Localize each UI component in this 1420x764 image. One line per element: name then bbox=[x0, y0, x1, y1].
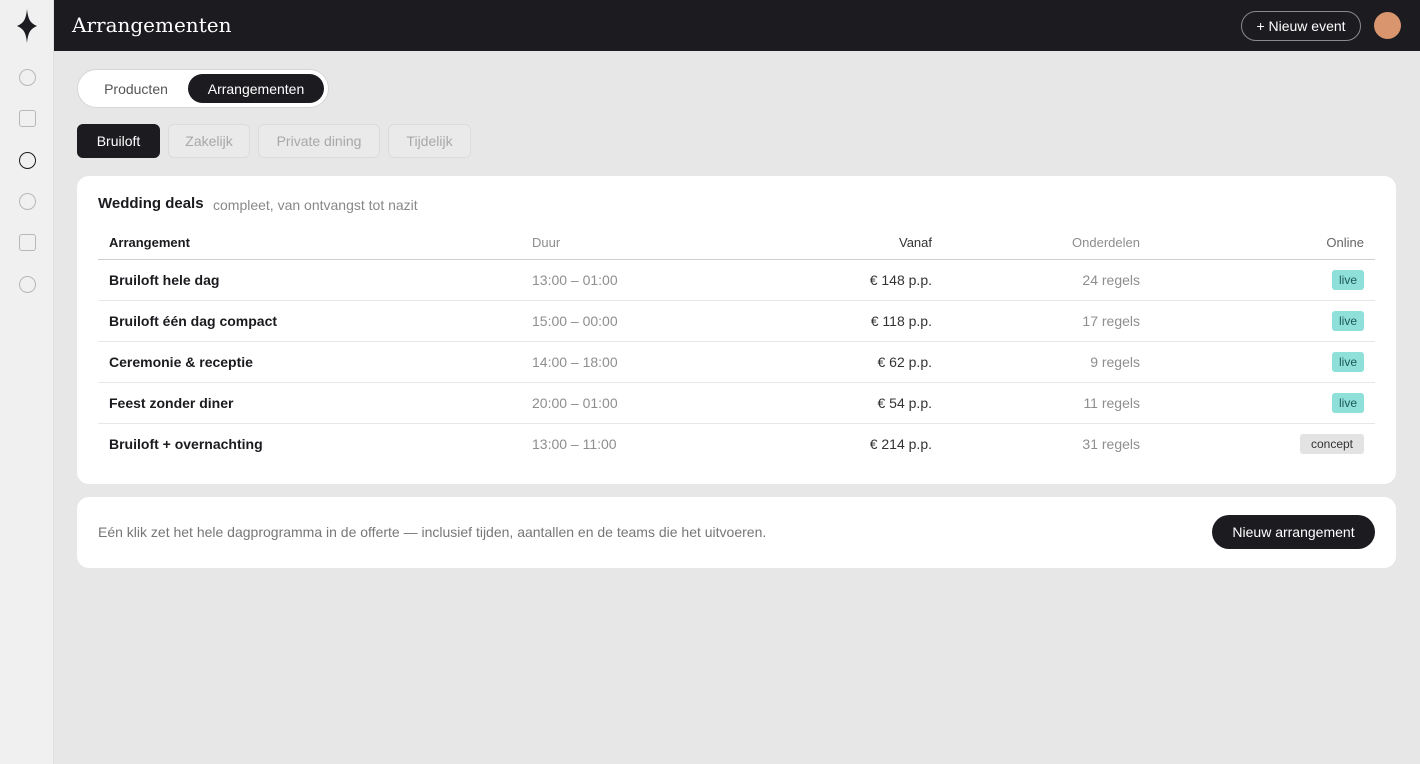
top-bar: Arrangementen + Nieuw event bbox=[54, 0, 1420, 51]
arrangement-name: Bruiloft + overnachting bbox=[109, 435, 263, 452]
new-event-button[interactable]: + Nieuw event bbox=[1241, 11, 1361, 41]
sidebar-item-circle-icon[interactable] bbox=[19, 193, 36, 210]
arrangement-name: Bruiloft hele dag bbox=[98, 259, 521, 301]
table-row[interactable]: Bruiloft hele dag 13:00 – 01:00 € 148 p.p.… bbox=[98, 259, 1375, 301]
online-cell: live bbox=[1151, 341, 1375, 383]
status-badge: live bbox=[1331, 269, 1364, 290]
column-header-vanaf: Vanaf bbox=[751, 226, 943, 260]
arrangement-name: Bruiloft één dag compact bbox=[98, 300, 521, 342]
column-header-onderdelen: Onderdelen bbox=[943, 226, 1151, 260]
arrangement-duration: 15:00 – 00:00 bbox=[521, 300, 751, 342]
status-badge: concept bbox=[1299, 433, 1364, 454]
page-title: Arrangementen bbox=[72, 13, 232, 37]
arrangement-parts: 11 regels bbox=[943, 382, 1151, 424]
arrangement-name: Feest zonder diner bbox=[98, 382, 521, 424]
filter-chip-tijdelijk[interactable]: Tijdelijk bbox=[388, 124, 471, 158]
arrangement-price: € 148 p.p. bbox=[751, 259, 943, 301]
table-row[interactable]: Feest zonder diner 20:00 – 01:00 € 54 p.p.… bbox=[98, 382, 1375, 424]
online-cell: concept bbox=[1151, 423, 1375, 464]
wedding-deals-card: Wedding deals compleet, van ontvangst to… bbox=[77, 176, 1396, 484]
filter-chip-zakelijk[interactable]: Zakelijk bbox=[168, 124, 250, 158]
diamond-logo-icon bbox=[17, 8, 37, 43]
arrangement-price: € 214 p.p. bbox=[869, 435, 932, 452]
status-badge: live bbox=[1331, 310, 1364, 331]
sidebar-item-square-icon[interactable] bbox=[19, 110, 36, 127]
sidebar-item-square-icon[interactable] bbox=[19, 234, 36, 251]
arrangement-duration: 20:00 – 01:00 bbox=[521, 382, 751, 424]
card-title: Wedding deals bbox=[98, 195, 204, 212]
new-arrangement-button[interactable]: Nieuw arrangement bbox=[1212, 515, 1375, 549]
status-badge: live bbox=[1331, 351, 1364, 372]
arrangement-parts: 31 regels bbox=[1082, 435, 1140, 452]
card-subtitle: compleet, van ontvangst tot nazit bbox=[213, 197, 418, 213]
segmented-control: Producten Arrangementen bbox=[77, 69, 329, 108]
table-row[interactable]: Ceremonie & receptie 14:00 – 18:00 € 62 p.… bbox=[98, 341, 1375, 383]
arrangement-duration: 14:00 – 18:00 bbox=[521, 341, 751, 383]
tab-arrangementen[interactable]: Arrangementen bbox=[188, 74, 324, 103]
avatar[interactable] bbox=[1374, 12, 1401, 39]
arrangement-duration: 13:00 – 01:00 bbox=[521, 259, 751, 301]
table-row[interactable]: Bruiloft één dag compact 15:00 – 00:00 € 1… bbox=[98, 300, 1375, 342]
deals-table: Arrangement Duur Vanaf Onderdelen Online… bbox=[98, 226, 1375, 464]
arrangement-price: € 118 p.p. bbox=[751, 300, 943, 342]
column-header-duur: Duur bbox=[521, 226, 751, 260]
table-row[interactable]: Bruiloft + overnachting 13:00 – 11:00 € 21… bbox=[98, 423, 1375, 464]
online-cell: live bbox=[1151, 300, 1375, 342]
online-cell: live bbox=[1151, 259, 1375, 301]
footer-text: Eén klik zet het hele dagprogramma in de… bbox=[98, 524, 767, 540]
status-badge: live bbox=[1331, 392, 1364, 413]
online-cell: live bbox=[1151, 382, 1375, 424]
footer-card: Eén klik zet het hele dagprogramma in de… bbox=[77, 497, 1396, 568]
arrangement-price: € 62 p.p. bbox=[751, 341, 943, 383]
sidebar-item-circle-icon-active[interactable] bbox=[19, 152, 36, 169]
arrangement-duration: 13:00 – 11:00 bbox=[532, 435, 617, 452]
sidebar-rail bbox=[0, 0, 54, 764]
sidebar-item-circle-icon[interactable] bbox=[19, 69, 36, 86]
filter-chip-private-dining[interactable]: Private dining bbox=[258, 124, 380, 158]
arrangement-parts: 9 regels bbox=[943, 341, 1151, 383]
sidebar-item-circle-icon[interactable] bbox=[19, 276, 36, 293]
logo[interactable] bbox=[0, 0, 54, 51]
arrangement-parts: 17 regels bbox=[943, 300, 1151, 342]
arrangement-price: € 54 p.p. bbox=[751, 382, 943, 424]
column-header-arrangement: Arrangement bbox=[98, 226, 521, 260]
table-header-row: Arrangement Duur Vanaf Onderdelen Online bbox=[98, 226, 1375, 260]
arrangement-parts: 24 regels bbox=[943, 259, 1151, 301]
tab-producten[interactable]: Producten bbox=[88, 74, 184, 103]
column-header-online: Online bbox=[1151, 226, 1375, 260]
arrangement-name: Ceremonie & receptie bbox=[98, 341, 521, 383]
filter-chip-bruiloft[interactable]: Bruiloft bbox=[77, 124, 160, 158]
